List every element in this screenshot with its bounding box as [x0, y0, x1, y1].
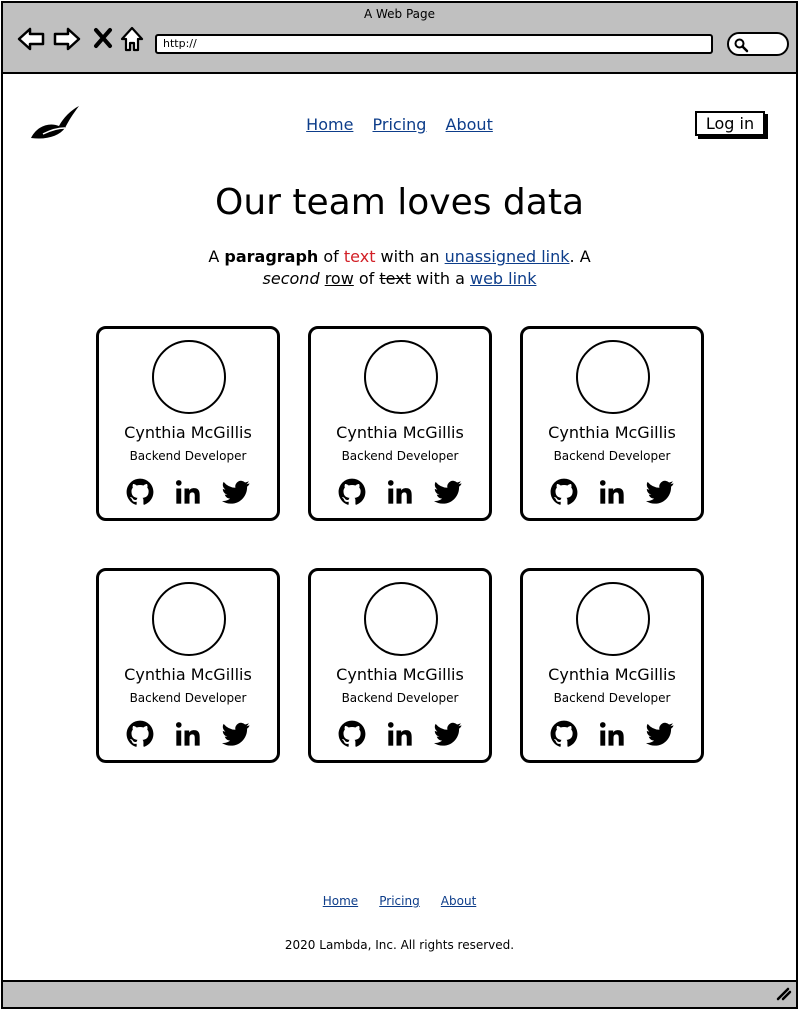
team-card: Cynthia McGillis Backend Developer — [96, 326, 280, 521]
linkedin-icon[interactable] — [598, 720, 626, 748]
para-italic: second — [262, 269, 320, 288]
back-arrow-icon[interactable] — [17, 25, 45, 53]
footer-navigation: Home Pricing About — [3, 890, 796, 909]
browser-status-bar — [3, 980, 796, 1007]
linkedin-icon[interactable] — [386, 720, 414, 748]
top-navigation: Home Pricing About — [3, 115, 796, 134]
social-links — [523, 478, 701, 506]
nav-link-home[interactable]: Home — [306, 115, 353, 134]
nav-link-pricing[interactable]: Pricing — [373, 115, 427, 134]
linkedin-icon[interactable] — [174, 478, 202, 506]
address-bar[interactable]: http:// — [155, 34, 713, 54]
browser-search-box[interactable] — [727, 32, 789, 56]
avatar — [152, 582, 226, 656]
nav-link-about[interactable]: About — [446, 115, 493, 134]
member-name: Cynthia McGillis — [124, 665, 252, 684]
avatar — [364, 340, 438, 414]
para-bold: paragraph — [224, 247, 319, 266]
twitter-icon[interactable] — [434, 478, 462, 506]
linkedin-icon[interactable] — [598, 478, 626, 506]
twitter-icon[interactable] — [222, 720, 250, 748]
login-button[interactable]: Log in — [695, 111, 765, 136]
avatar — [364, 582, 438, 656]
avatar — [576, 582, 650, 656]
para-text: with an — [375, 247, 445, 266]
github-icon[interactable] — [126, 478, 154, 506]
footer-link-home[interactable]: Home — [323, 894, 358, 908]
twitter-icon[interactable] — [646, 478, 674, 506]
github-icon[interactable] — [338, 720, 366, 748]
social-links — [99, 478, 277, 506]
member-name: Cynthia McGillis — [548, 665, 676, 684]
linkedin-icon[interactable] — [386, 478, 414, 506]
member-name: Cynthia McGillis — [336, 423, 464, 442]
team-card: Cynthia McGillis Backend Developer — [96, 568, 280, 763]
twitter-icon[interactable] — [434, 720, 462, 748]
team-card: Cynthia McGillis Backend Developer — [308, 568, 492, 763]
para-strikethrough: text — [379, 269, 411, 288]
github-icon[interactable] — [550, 720, 578, 748]
para-underlined: row — [324, 269, 354, 288]
team-card: Cynthia McGillis Backend Developer — [520, 568, 704, 763]
twitter-icon[interactable] — [646, 720, 674, 748]
twitter-icon[interactable] — [222, 478, 250, 506]
copyright-text: 2020 Lambda, Inc. All rights reserved. — [284, 938, 515, 952]
github-icon[interactable] — [338, 478, 366, 506]
para-text: with a — [410, 269, 470, 288]
unassigned-link[interactable]: unassigned link — [445, 247, 570, 266]
member-role: Backend Developer — [553, 449, 671, 463]
linkedin-icon[interactable] — [174, 720, 202, 748]
para-text: A — [208, 247, 225, 266]
forward-arrow-icon[interactable] — [53, 25, 81, 53]
avatar — [152, 340, 226, 414]
stop-icon[interactable] — [91, 25, 119, 53]
member-role: Backend Developer — [129, 449, 247, 463]
home-icon[interactable] — [119, 25, 147, 53]
social-links — [311, 720, 489, 748]
github-icon[interactable] — [550, 478, 578, 506]
social-links — [311, 478, 489, 506]
para-text: of — [318, 247, 344, 266]
social-links — [99, 720, 277, 748]
team-card: Cynthia McGillis Backend Developer — [308, 326, 492, 521]
para-text: . A — [569, 247, 591, 266]
github-icon[interactable] — [126, 720, 154, 748]
member-name: Cynthia McGillis — [336, 665, 464, 684]
member-name: Cynthia McGillis — [124, 423, 252, 442]
footer-link-about[interactable]: About — [441, 894, 476, 908]
window-title: A Web Page — [363, 7, 436, 21]
browser-chrome: A Web Page http:// — [3, 3, 796, 74]
para-text: of — [353, 269, 380, 288]
member-role: Backend Developer — [341, 449, 459, 463]
member-role: Backend Developer — [553, 691, 671, 705]
page-content: Home Pricing About Log in Our team loves… — [3, 74, 796, 982]
para-red-text: text — [343, 247, 376, 266]
page-title: Our team loves data — [215, 182, 584, 223]
avatar — [576, 340, 650, 414]
browser-window: A Web Page http:// Home Pricing About Lo… — [1, 1, 798, 1009]
member-role: Backend Developer — [129, 691, 247, 705]
member-name: Cynthia McGillis — [548, 423, 676, 442]
member-role: Backend Developer — [341, 691, 459, 705]
resize-grip-icon[interactable] — [774, 983, 792, 1005]
footer-link-pricing[interactable]: Pricing — [379, 894, 419, 908]
search-icon — [734, 38, 749, 53]
intro-paragraph: A paragraph of text with an unassigned l… — [3, 246, 796, 290]
social-links — [523, 720, 701, 748]
web-link[interactable]: web link — [470, 269, 536, 288]
team-card: Cynthia McGillis Backend Developer — [520, 326, 704, 521]
